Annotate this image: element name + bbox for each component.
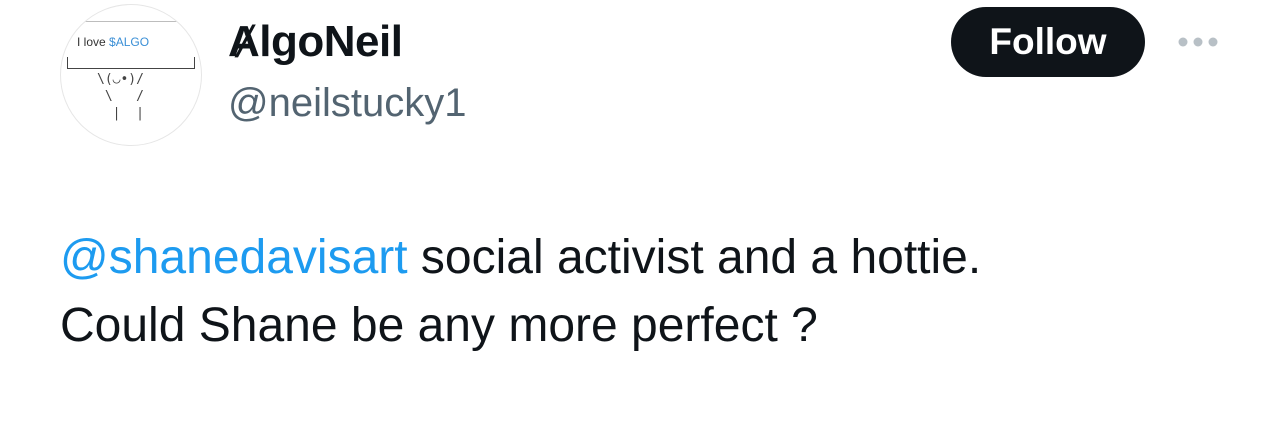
avatar-figure: \(◡•)/ \ / | | [97, 72, 144, 121]
follow-button[interactable]: Follow [951, 7, 1145, 77]
tweet-line-2: Could Shane be any more perfect ? [60, 299, 818, 352]
avatar-sign-board [67, 57, 195, 69]
avatar-sign-text: I love $ALGO [77, 35, 149, 49]
tweet-card: I love $ALGO \(◡•)/ \ / | | ȺlgoNeil @ne… [0, 0, 1284, 427]
avatar-sign-ticker: $ALGO [109, 35, 150, 49]
more-button[interactable] [1170, 22, 1226, 62]
avatar-sign-label: I love [77, 35, 110, 49]
more-horizontal-icon [1178, 37, 1218, 47]
author-handle[interactable]: @neilstucky1 [228, 78, 466, 128]
avatar[interactable]: I love $ALGO \(◡•)/ \ / | | [60, 4, 202, 146]
tweet-line-1: @shanedavisart social activist and a hot… [60, 224, 1240, 292]
tweet-line-1-text: social activist and a hottie. [407, 231, 982, 284]
avatar-sign-top-line [73, 21, 191, 22]
mention-link[interactable]: @shanedavisart [60, 231, 408, 284]
author-display-name[interactable]: ȺlgoNeil [228, 16, 403, 68]
tweet-text: @shanedavisart social activist and a hot… [60, 224, 1240, 360]
